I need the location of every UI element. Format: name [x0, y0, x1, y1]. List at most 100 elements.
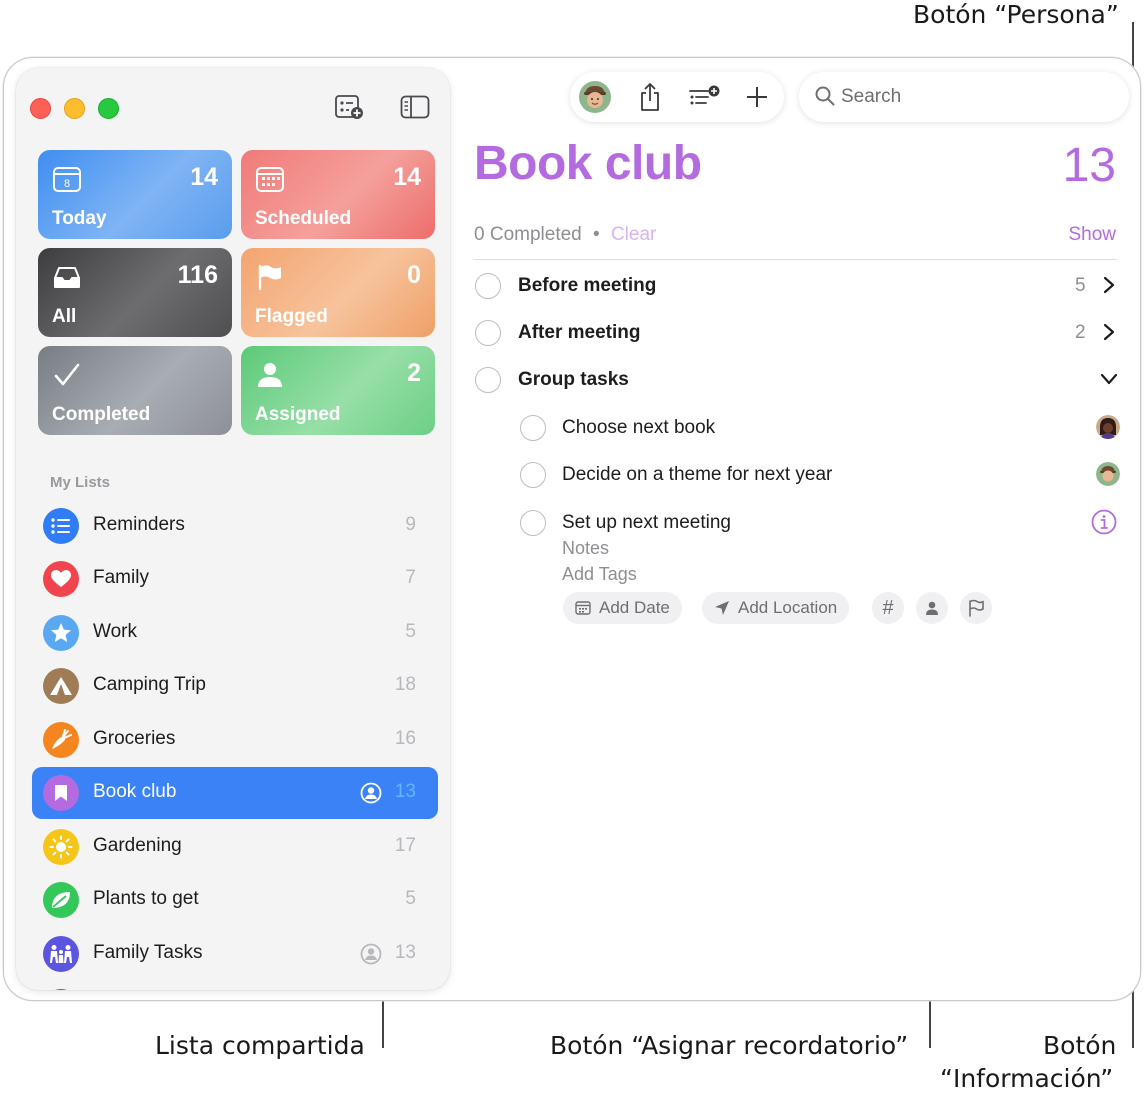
- flag-icon: [255, 262, 285, 292]
- sidebar-item-partial[interactable]: [32, 981, 438, 990]
- annotation-info-line2: “Información”: [940, 1064, 1114, 1093]
- add-location-label: Add Location: [738, 598, 838, 617]
- search-field[interactable]: [799, 72, 1129, 122]
- completed-summary: 0 Completed • Clear: [474, 224, 656, 246]
- leaf-icon: [43, 882, 79, 918]
- smart-list-completed[interactable]: Completed: [38, 346, 232, 435]
- svg-text:8: 8: [64, 178, 70, 190]
- section-title[interactable]: Before meeting: [518, 275, 656, 297]
- clear-completed-button[interactable]: Clear: [611, 224, 656, 245]
- minimize-window-button[interactable]: [64, 98, 85, 119]
- smart-list-all[interactable]: 116 All: [38, 248, 232, 337]
- tent-icon: [43, 668, 79, 704]
- star-icon: [43, 615, 79, 651]
- annotation-assign: Botón “Asignar recordatorio”: [550, 1031, 909, 1060]
- bookmark-icon: [43, 775, 79, 811]
- section-title[interactable]: Group tasks: [518, 369, 629, 391]
- list-icon: [43, 989, 79, 990]
- sidebar-item-work[interactable]: Work 5: [32, 607, 438, 659]
- add-to-list-button[interactable]: [688, 81, 722, 113]
- list-total-count: 13: [1062, 139, 1116, 192]
- complete-checkbox[interactable]: [475, 273, 501, 299]
- close-window-button[interactable]: [30, 98, 51, 119]
- sidebar: 8 14 Today 14 Scheduled 116 All 0 Flagge…: [16, 68, 450, 990]
- scheduled-label: Scheduled: [255, 208, 352, 229]
- assign-reminder-button[interactable]: [916, 592, 948, 624]
- sun-icon: [43, 829, 79, 865]
- tags-field[interactable]: Add Tags: [562, 564, 637, 585]
- toolbar-group: [570, 72, 784, 122]
- assignee-avatar[interactable]: [1096, 462, 1120, 486]
- calendar-today-icon: 8: [52, 164, 82, 194]
- list-count: 9: [405, 514, 416, 535]
- list-name: Family Tasks: [93, 942, 203, 963]
- section-title[interactable]: After meeting: [518, 322, 640, 344]
- list-count: 5: [405, 621, 416, 642]
- add-tag-button[interactable]: #: [872, 592, 904, 624]
- flag-reminder-button[interactable]: [960, 592, 992, 624]
- hashtag-icon: #: [882, 596, 894, 619]
- list-count: 13: [394, 781, 416, 802]
- list-count: 7: [405, 567, 416, 588]
- chevron-down-icon[interactable]: [1100, 372, 1118, 391]
- search-input[interactable]: [841, 84, 1101, 110]
- shared-list-icon: [360, 782, 382, 809]
- list-bullet-icon: [43, 508, 79, 544]
- chevron-right-icon[interactable]: [1102, 323, 1116, 346]
- smart-list-assigned[interactable]: 2 Assigned: [241, 346, 435, 435]
- sidebar-item-plants-to-get[interactable]: Plants to get 5: [32, 874, 438, 926]
- sidebar-item-gardening[interactable]: Gardening 17: [32, 821, 438, 873]
- complete-checkbox[interactable]: [475, 320, 501, 346]
- new-list-button[interactable]: [332, 92, 366, 122]
- reminder-title[interactable]: Choose next book: [562, 417, 715, 439]
- share-button[interactable]: [633, 81, 667, 113]
- toggle-sidebar-button[interactable]: [398, 92, 432, 122]
- add-date-button[interactable]: Add Date: [563, 592, 682, 624]
- sidebar-item-camping-trip[interactable]: Camping Trip 18: [32, 660, 438, 712]
- assignee-avatar[interactable]: [1096, 415, 1120, 439]
- my-lists-heading: My Lists: [50, 474, 111, 491]
- assigned-label: Assigned: [255, 404, 341, 425]
- tray-icon: [52, 262, 82, 292]
- zoom-window-button[interactable]: [98, 98, 119, 119]
- smart-list-scheduled[interactable]: 14 Scheduled: [241, 150, 435, 239]
- sidebar-item-book-club[interactable]: Book club 13: [32, 767, 438, 819]
- flagged-label: Flagged: [255, 306, 328, 327]
- calendar-grid-icon: [255, 164, 285, 194]
- list-name: Reminders: [93, 514, 185, 535]
- show-completed-button[interactable]: Show: [1068, 224, 1116, 246]
- heart-icon: [43, 561, 79, 597]
- sidebar-item-family[interactable]: Family 7: [32, 553, 438, 605]
- shared-list-icon: [360, 943, 382, 970]
- list-count: 13: [394, 942, 416, 963]
- notes-field[interactable]: Notes: [562, 538, 609, 559]
- completed-count-text: 0 Completed: [474, 224, 582, 245]
- smart-list-flagged[interactable]: 0 Flagged: [241, 248, 435, 337]
- reminder-title[interactable]: Decide on a theme for next year: [562, 464, 832, 486]
- annotation-persona: Botón “Persona”: [913, 0, 1119, 29]
- complete-checkbox[interactable]: [475, 367, 501, 393]
- list-name: Family: [93, 567, 149, 588]
- list-count: 18: [394, 674, 416, 695]
- sidebar-item-family-tasks[interactable]: Family Tasks 13: [32, 928, 438, 980]
- chevron-right-icon[interactable]: [1102, 276, 1116, 299]
- info-button[interactable]: [1091, 509, 1117, 540]
- checkmark-icon: [52, 360, 82, 390]
- smart-list-today[interactable]: 8 14 Today: [38, 150, 232, 239]
- search-icon: [815, 86, 835, 111]
- complete-checkbox[interactable]: [520, 462, 546, 488]
- add-location-button[interactable]: Add Location: [702, 592, 850, 624]
- list-name: Plants to get: [93, 888, 199, 909]
- complete-checkbox[interactable]: [520, 415, 546, 441]
- reminders-window: 8 14 Today 14 Scheduled 116 All 0 Flagge…: [3, 57, 1141, 1001]
- complete-checkbox[interactable]: [520, 510, 546, 536]
- scheduled-count: 14: [393, 163, 421, 191]
- reminder-title[interactable]: Set up next meeting: [562, 512, 731, 534]
- list-add-icon: [689, 85, 720, 105]
- persona-button[interactable]: [578, 81, 612, 113]
- new-reminder-button[interactable]: [740, 81, 774, 113]
- sidebar-item-groceries[interactable]: Groceries 16: [32, 714, 438, 766]
- list-count: 17: [394, 835, 416, 856]
- all-count: 116: [177, 261, 218, 289]
- sidebar-item-reminders[interactable]: Reminders 9: [32, 500, 438, 552]
